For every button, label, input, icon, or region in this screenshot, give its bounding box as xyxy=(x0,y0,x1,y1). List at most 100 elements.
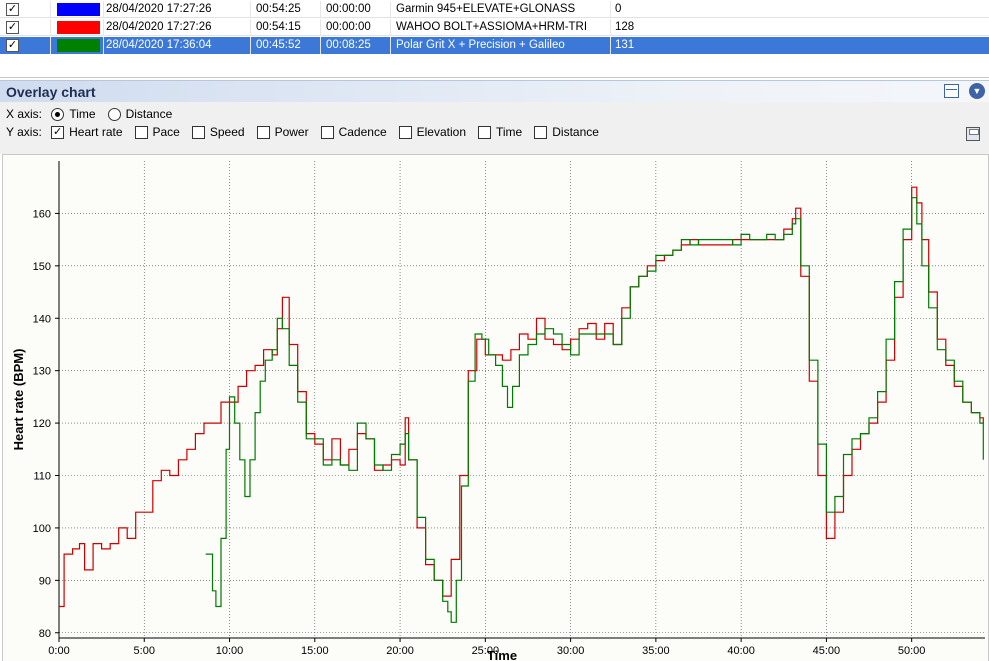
activity-value: 0 xyxy=(615,3,622,15)
activity-row[interactable]: ✓ 28/04/2020 17:36:04 00:45:52 00:08:25 Pola… xyxy=(0,37,989,54)
activity-stopped-time: 00:08:25 xyxy=(326,39,371,51)
column-divider xyxy=(250,1,251,18)
y-axis-option-cadence[interactable]: Cadence xyxy=(320,124,387,139)
checkbox[interactable] xyxy=(320,125,334,139)
y-tick-label: 130 xyxy=(33,366,51,378)
activity-duration: 00:45:52 xyxy=(256,39,301,51)
activity-date: 28/04/2020 17:27:26 xyxy=(106,3,212,15)
x-tick-label: 30:00 xyxy=(557,645,585,657)
y-axis-row: Y axis: ✓ Heart rate Pace Speed Power Cadence… xyxy=(6,124,611,140)
x-tick-label: 10:00 xyxy=(216,645,244,657)
option-label: Speed xyxy=(209,124,245,139)
activity-device: WAHOO BOLT+ASSIOMA+HRM-TRI xyxy=(396,21,588,33)
y-tick-label: 160 xyxy=(33,208,51,220)
column-divider xyxy=(390,19,391,36)
chevron-down-icon[interactable]: ▼ xyxy=(969,83,985,99)
checkbox[interactable] xyxy=(256,125,270,139)
x-axis-option-distance[interactable]: Distance xyxy=(107,107,172,121)
checkbox[interactable] xyxy=(478,125,491,139)
column-divider xyxy=(50,1,51,18)
column-divider xyxy=(390,37,391,54)
column-divider xyxy=(610,1,611,18)
activity-row[interactable]: ✓ 28/04/2020 17:27:26 00:54:25 00:00:00 Garm… xyxy=(0,1,989,18)
x-axis-title: Time xyxy=(487,648,517,661)
y-tick-label: 90 xyxy=(39,575,51,587)
column-divider xyxy=(320,37,321,54)
x-tick-label: 45:00 xyxy=(813,645,841,657)
option-label: Time xyxy=(69,106,96,121)
checkbox[interactable] xyxy=(398,125,412,139)
heart-rate-chart: 80 90 100 110 120 130 140 150 160 0:00 5:00 10:00 15… xyxy=(11,161,985,661)
x-axis-row: X axis: Time Distance xyxy=(6,106,184,122)
x-tick-label: 15:00 xyxy=(301,645,329,657)
y-axis-option-distance[interactable]: Distance xyxy=(534,125,599,139)
x-axis-option-time[interactable]: Time xyxy=(51,106,96,121)
radio-button[interactable] xyxy=(107,107,121,121)
option-label: Heart rate xyxy=(69,124,123,139)
y-axis-option-heart-rate[interactable]: ✓ Heart rate xyxy=(51,124,123,139)
column-divider xyxy=(390,1,391,18)
activity-date: 28/04/2020 17:36:04 xyxy=(106,39,212,51)
y-axis-option-pace[interactable]: Pace xyxy=(134,125,180,139)
activity-color-swatch xyxy=(57,39,100,52)
y-tick-label: 140 xyxy=(33,313,51,325)
y-axis-option-elevation[interactable]: Elevation xyxy=(398,124,466,139)
column-divider xyxy=(320,19,321,36)
activity-checkbox[interactable]: ✓ xyxy=(6,21,19,34)
series-line-green xyxy=(205,197,984,623)
activity-list: ✓ 28/04/2020 17:27:26 00:54:25 00:00:00 Garm… xyxy=(0,0,989,78)
checkbox[interactable]: ✓ xyxy=(51,125,65,139)
activity-color-swatch xyxy=(57,21,100,34)
chart-options: X axis: Time Distance Y axis: ✓ Heart rate… xyxy=(0,102,989,154)
option-label: Distance xyxy=(552,124,599,139)
checkbox[interactable] xyxy=(191,125,205,139)
y-tick-label: 120 xyxy=(33,418,51,430)
activity-stopped-time: 00:00:00 xyxy=(326,3,371,15)
y-axis-title: Heart rate (BPM) xyxy=(11,349,26,451)
activity-device: Garmin 945+ELEVATE+GLONASS xyxy=(396,3,576,15)
checkbox[interactable] xyxy=(534,125,548,139)
y-tick-label: 100 xyxy=(33,523,51,535)
y-axis-option-time[interactable]: Time xyxy=(478,125,522,139)
x-axis-label: X axis: xyxy=(6,106,43,121)
option-label: Power xyxy=(274,124,309,139)
activity-checkbox[interactable]: ✓ xyxy=(6,39,19,52)
column-divider xyxy=(250,37,251,54)
chart-area: 80 90 100 110 120 130 140 150 160 0:00 5:00 10:00 15… xyxy=(0,154,989,661)
save-icon[interactable] xyxy=(966,127,980,141)
activity-value: 131 xyxy=(615,39,635,51)
y-axis-option-speed[interactable]: Speed xyxy=(191,124,245,139)
panel-title: Overlay chart xyxy=(6,84,96,100)
y-axis-option-power[interactable]: Power xyxy=(256,124,309,139)
column-divider xyxy=(610,37,611,54)
activity-device: Polar Grit X + Precision + Galileo xyxy=(396,39,565,51)
x-tick-label: 5:00 xyxy=(134,645,155,657)
option-label: Time xyxy=(496,124,523,139)
column-divider xyxy=(103,19,104,36)
activity-date: 28/04/2020 17:27:26 xyxy=(106,21,212,33)
activity-checkbox[interactable]: ✓ xyxy=(6,3,19,16)
column-divider xyxy=(50,19,51,36)
x-tick-label: 0:00 xyxy=(48,645,69,657)
column-divider xyxy=(103,1,104,18)
column-divider xyxy=(103,37,104,54)
y-tick-label: 80 xyxy=(39,628,51,640)
series-line-red xyxy=(59,186,984,608)
activity-value: 128 xyxy=(615,21,635,33)
y-tick-label: 110 xyxy=(33,471,51,483)
checkbox[interactable] xyxy=(134,125,148,139)
option-label: Cadence xyxy=(338,124,387,139)
option-label: Elevation xyxy=(416,124,466,139)
x-tick-label: 40:00 xyxy=(727,645,755,657)
column-divider xyxy=(50,37,51,54)
x-tick-label: 20:00 xyxy=(386,645,414,657)
activity-color-swatch xyxy=(57,3,100,16)
radio-button[interactable] xyxy=(51,107,65,121)
activity-row[interactable]: ✓ 28/04/2020 17:27:26 00:54:15 00:00:00 WAHO… xyxy=(0,19,989,36)
activity-duration: 00:54:25 xyxy=(256,3,301,15)
column-divider xyxy=(610,19,611,36)
x-tick-label: 50:00 xyxy=(898,645,926,657)
x-tick-label: 35:00 xyxy=(642,645,670,657)
layout-icon[interactable] xyxy=(944,84,959,98)
column-divider xyxy=(320,1,321,18)
